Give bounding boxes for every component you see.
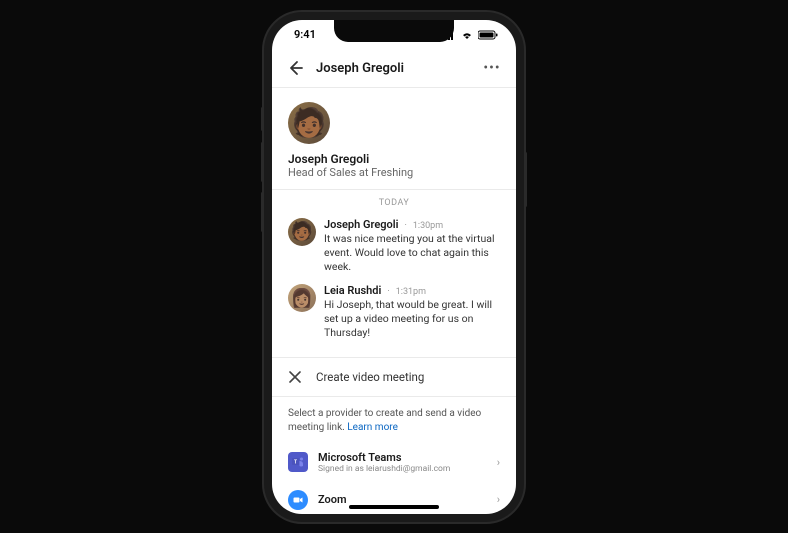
- phone-frame: 9:41 Joseph Gregoli ••• Joseph Gregoli H…: [264, 12, 524, 522]
- provider-sub: Signed in as leiarushdi@gmail.com: [318, 464, 487, 474]
- status-time: 9:41: [294, 28, 316, 41]
- dot-sep: ·: [387, 287, 389, 297]
- chevron-right-icon: ›: [497, 493, 500, 506]
- close-button[interactable]: [288, 370, 302, 384]
- message-row: Joseph Gregoli · 1:30pm It was nice meet…: [272, 214, 516, 281]
- message-text: Hi Joseph, that would be great. I will s…: [324, 298, 500, 341]
- teams-icon: T: [288, 452, 308, 472]
- zoom-icon: [288, 490, 308, 510]
- phone-side-button: [524, 152, 527, 207]
- dot-sep: ·: [404, 221, 406, 231]
- message-body: Joseph Gregoli · 1:30pm It was nice meet…: [324, 218, 500, 275]
- message-body: Leia Rushdi · 1:31pm Hi Joseph, that wou…: [324, 284, 500, 341]
- profile-title: Head of Sales at Freshing: [288, 166, 500, 179]
- arrow-left-icon: [287, 60, 303, 76]
- avatar[interactable]: [288, 102, 330, 144]
- notch: [334, 20, 454, 42]
- chevron-right-icon: ›: [497, 456, 500, 469]
- nav-header: Joseph Gregoli •••: [272, 50, 516, 88]
- battery-icon: [478, 30, 498, 40]
- svg-text:T: T: [294, 460, 297, 466]
- message-time: 1:30pm: [413, 221, 443, 231]
- sheet-header: Create video meeting: [272, 357, 516, 397]
- screen: 9:41 Joseph Gregoli ••• Joseph Gregoli H…: [272, 20, 516, 514]
- phone-side-button: [261, 107, 264, 131]
- avatar[interactable]: [288, 218, 316, 246]
- message-sender: Joseph Gregoli: [324, 218, 398, 231]
- home-indicator[interactable]: [349, 505, 439, 509]
- provider-teams[interactable]: T Microsoft Teams Signed in as leiarushd…: [272, 443, 516, 482]
- profile-block: Joseph Gregoli Head of Sales at Freshing: [272, 88, 516, 190]
- message-sender: Leia Rushdi: [324, 284, 381, 297]
- avatar[interactable]: [288, 284, 316, 312]
- provider-info: Microsoft Teams Signed in as leiarushdi@…: [318, 451, 487, 474]
- learn-more-link[interactable]: Learn more: [347, 422, 398, 433]
- day-separator: TODAY: [272, 190, 516, 214]
- page-title: Joseph Gregoli: [316, 61, 470, 76]
- provider-name: Microsoft Teams: [318, 451, 487, 464]
- content-area: Joseph Gregoli Head of Sales at Freshing…: [272, 88, 516, 514]
- message-time: 1:31pm: [396, 287, 426, 297]
- back-button[interactable]: [286, 59, 304, 77]
- message-text: It was nice meeting you at the virtual e…: [324, 232, 500, 275]
- wifi-icon: [460, 30, 474, 40]
- more-button[interactable]: •••: [482, 58, 502, 78]
- more-icon: •••: [483, 60, 500, 76]
- close-icon: [289, 371, 301, 383]
- sheet-description: Select a provider to create and send a v…: [272, 397, 516, 443]
- message-row: Leia Rushdi · 1:31pm Hi Joseph, that wou…: [272, 280, 516, 347]
- phone-side-button: [261, 142, 264, 182]
- phone-side-button: [261, 192, 264, 232]
- provider-zoom[interactable]: Zoom ›: [272, 482, 516, 514]
- profile-name: Joseph Gregoli: [288, 152, 500, 166]
- sheet-title: Create video meeting: [316, 370, 424, 384]
